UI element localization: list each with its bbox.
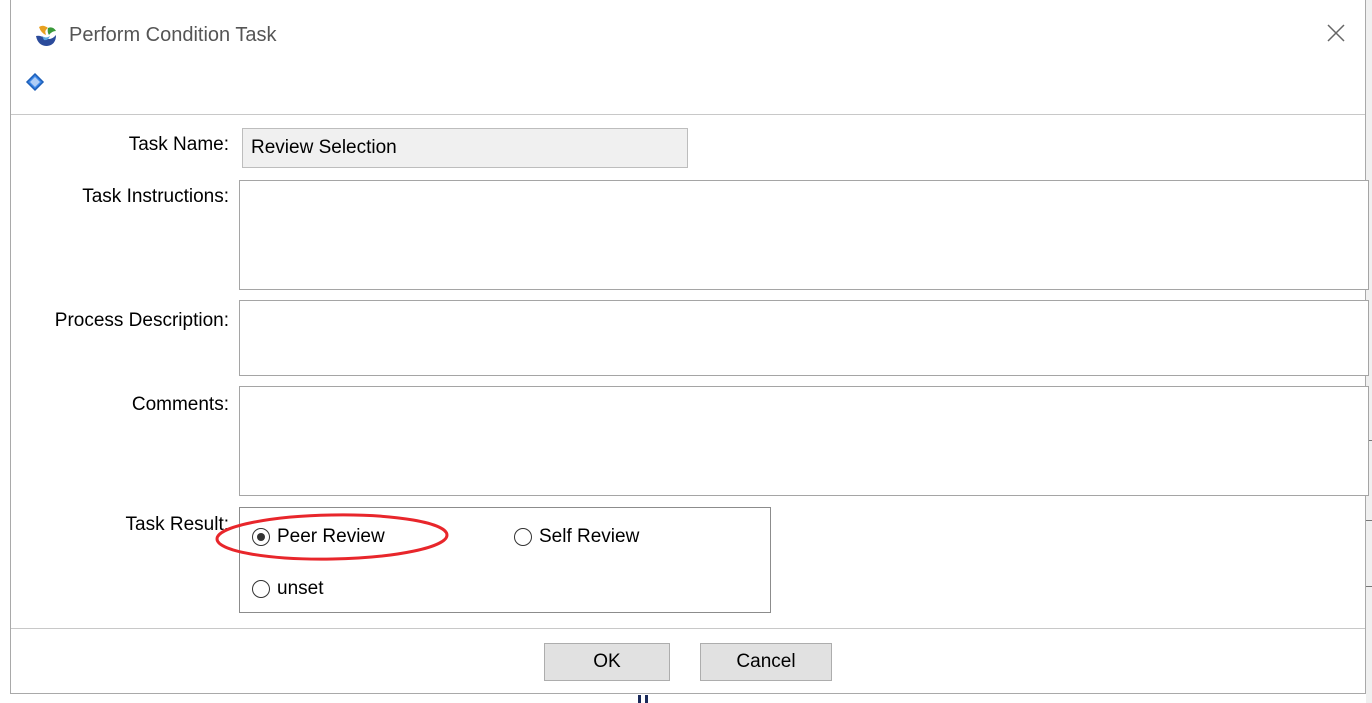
diamond-icon[interactable]: [25, 72, 45, 92]
process-description-label: Process Description:: [54, 310, 229, 331]
comments-field[interactable]: [239, 386, 1369, 496]
peer-review-label: Peer Review: [277, 526, 385, 547]
radio-selected-icon: [252, 528, 270, 546]
background-mark: [638, 695, 641, 703]
separator: [11, 628, 1365, 629]
task-result-label: Task Result:: [125, 514, 229, 535]
comments-label: Comments:: [131, 394, 229, 415]
close-icon[interactable]: [1321, 18, 1351, 48]
perform-condition-task-dialog: Perform Condition Task Task Name: Task I…: [10, 0, 1369, 694]
task-result-group: Peer Review Self Review unset: [239, 507, 771, 613]
unset-radio[interactable]: unset: [252, 578, 323, 600]
app-logo-icon: [33, 22, 59, 48]
window-title: Perform Condition Task: [69, 24, 277, 46]
self-review-radio[interactable]: Self Review: [514, 526, 639, 548]
self-review-label: Self Review: [539, 526, 640, 547]
background-mark: [645, 695, 648, 703]
ok-button[interactable]: OK: [544, 643, 670, 681]
process-description-field[interactable]: [239, 300, 1369, 376]
radio-unselected-icon: [252, 580, 270, 598]
task-name-label: Task Name:: [128, 134, 229, 155]
task-name-field[interactable]: [242, 128, 688, 168]
separator: [11, 114, 1365, 115]
title-bar[interactable]: Perform Condition Task: [11, 0, 1365, 70]
unset-label: unset: [277, 578, 324, 599]
cancel-button[interactable]: Cancel: [700, 643, 832, 681]
task-instructions-label: Task Instructions:: [82, 186, 229, 207]
peer-review-radio[interactable]: Peer Review: [252, 526, 385, 548]
task-instructions-field[interactable]: [239, 180, 1369, 290]
background-mark: [1366, 520, 1372, 521]
radio-unselected-icon: [514, 528, 532, 546]
background-mark: [1366, 586, 1372, 587]
